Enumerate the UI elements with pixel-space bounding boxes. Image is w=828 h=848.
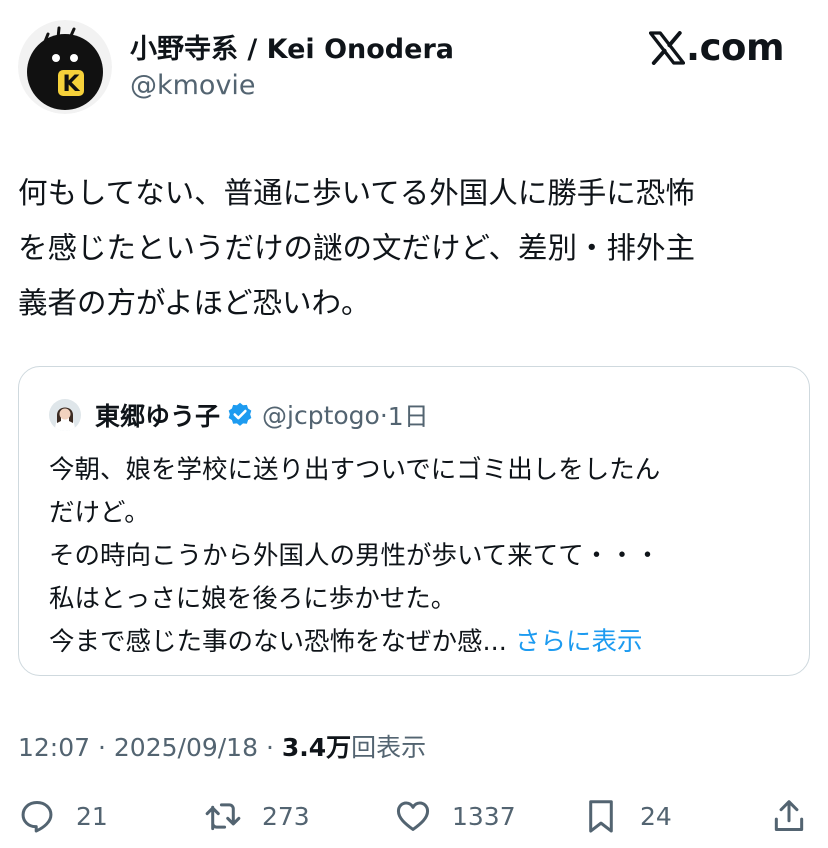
- reply-icon: [21, 801, 53, 833]
- retweet-button[interactable]: 273: [204, 794, 310, 838]
- quoted-line: その時向こうから外国人の男性が歩いて来てて・・・: [49, 541, 661, 571]
- tweet-line: 義者の方がよほど恐いわ。: [18, 286, 371, 320]
- retweet-count: 273: [262, 801, 310, 831]
- quoted-line-last: 今まで感じた事のない恐怖をなぜか感... さらに表示: [49, 621, 789, 664]
- author-avatar[interactable]: K: [18, 20, 112, 114]
- tweet-meta: 12:07 · 2025/09/18 · 3.4万回表示: [18, 728, 426, 764]
- meta-separator: ·: [98, 733, 106, 762]
- quoted-truncated-text: 今まで感じた事のない恐怖をなぜか感...: [49, 627, 507, 657]
- tweet-line: を感じたというだけの謎の文だけど、差別・排外主: [18, 231, 696, 265]
- tweet-text: 何もしてない、普通に歩いてる外国人に勝手に恐怖 を感じたというだけの謎の文だけど…: [18, 166, 808, 331]
- quoted-text: 今朝、娘を学校に送り出すついでにゴミ出しをしたん だけど。 その時向こうから外国…: [49, 449, 789, 664]
- tweet-line: 何もしてない、普通に歩いてる外国人に勝手に恐怖: [18, 176, 695, 210]
- quoted-time[interactable]: 1日: [388, 397, 429, 433]
- view-label: 回表示: [351, 733, 427, 762]
- quoted-line: 今朝、娘を学校に送り出すついでにゴミ出しをしたん: [49, 455, 661, 485]
- quoted-tweet-card[interactable]: 東郷ゆう子 @jcptogo · 1日 今朝、娘を学校に送り出すついでにゴミ出し…: [18, 366, 810, 676]
- x-logo-icon: [649, 30, 686, 65]
- quoted-display-name[interactable]: 東郷ゆう子: [95, 397, 220, 433]
- quoted-avatar-image: [49, 399, 81, 431]
- meta-separator: ·: [265, 733, 274, 762]
- share-icon: [774, 800, 804, 831]
- like-count: 1337: [452, 801, 516, 831]
- like-button[interactable]: 1337: [394, 794, 516, 838]
- verified-badge-icon: [228, 402, 252, 426]
- quoted-line: 私はとっさに娘を後ろに歩かせた。: [49, 584, 457, 614]
- post-date[interactable]: 2025/09/18: [114, 733, 258, 762]
- post-time[interactable]: 12:07: [18, 733, 90, 762]
- svg-text:K: K: [62, 72, 80, 97]
- action-bar: 21 273 1337 24: [18, 794, 810, 838]
- bookmark-icon: [589, 800, 613, 833]
- quoted-avatar[interactable]: [49, 399, 81, 431]
- author-avatar-image: K: [18, 20, 112, 114]
- brand-text: .com: [686, 26, 784, 69]
- quoted-handle[interactable]: @jcptogo: [262, 401, 380, 430]
- reply-count: 21: [76, 801, 108, 831]
- brand-logo: .com: [649, 26, 784, 69]
- show-more-link[interactable]: さらに表示: [515, 627, 643, 657]
- heart-icon: [396, 801, 430, 831]
- view-count: 3.4万: [281, 733, 352, 762]
- author-handle[interactable]: @kmovie: [130, 70, 256, 101]
- quoted-line: だけど。: [49, 498, 150, 528]
- share-button[interactable]: [770, 794, 808, 838]
- author-display-name[interactable]: 小野寺系 / Kei Onodera: [130, 27, 454, 66]
- bookmark-count: 24: [640, 801, 672, 831]
- reply-button[interactable]: 21: [18, 794, 108, 838]
- bookmark-button[interactable]: 24: [582, 794, 672, 838]
- retweet-icon: [205, 803, 241, 831]
- quoted-separator: ·: [379, 400, 388, 430]
- quoted-header: 東郷ゆう子 @jcptogo · 1日: [95, 397, 429, 433]
